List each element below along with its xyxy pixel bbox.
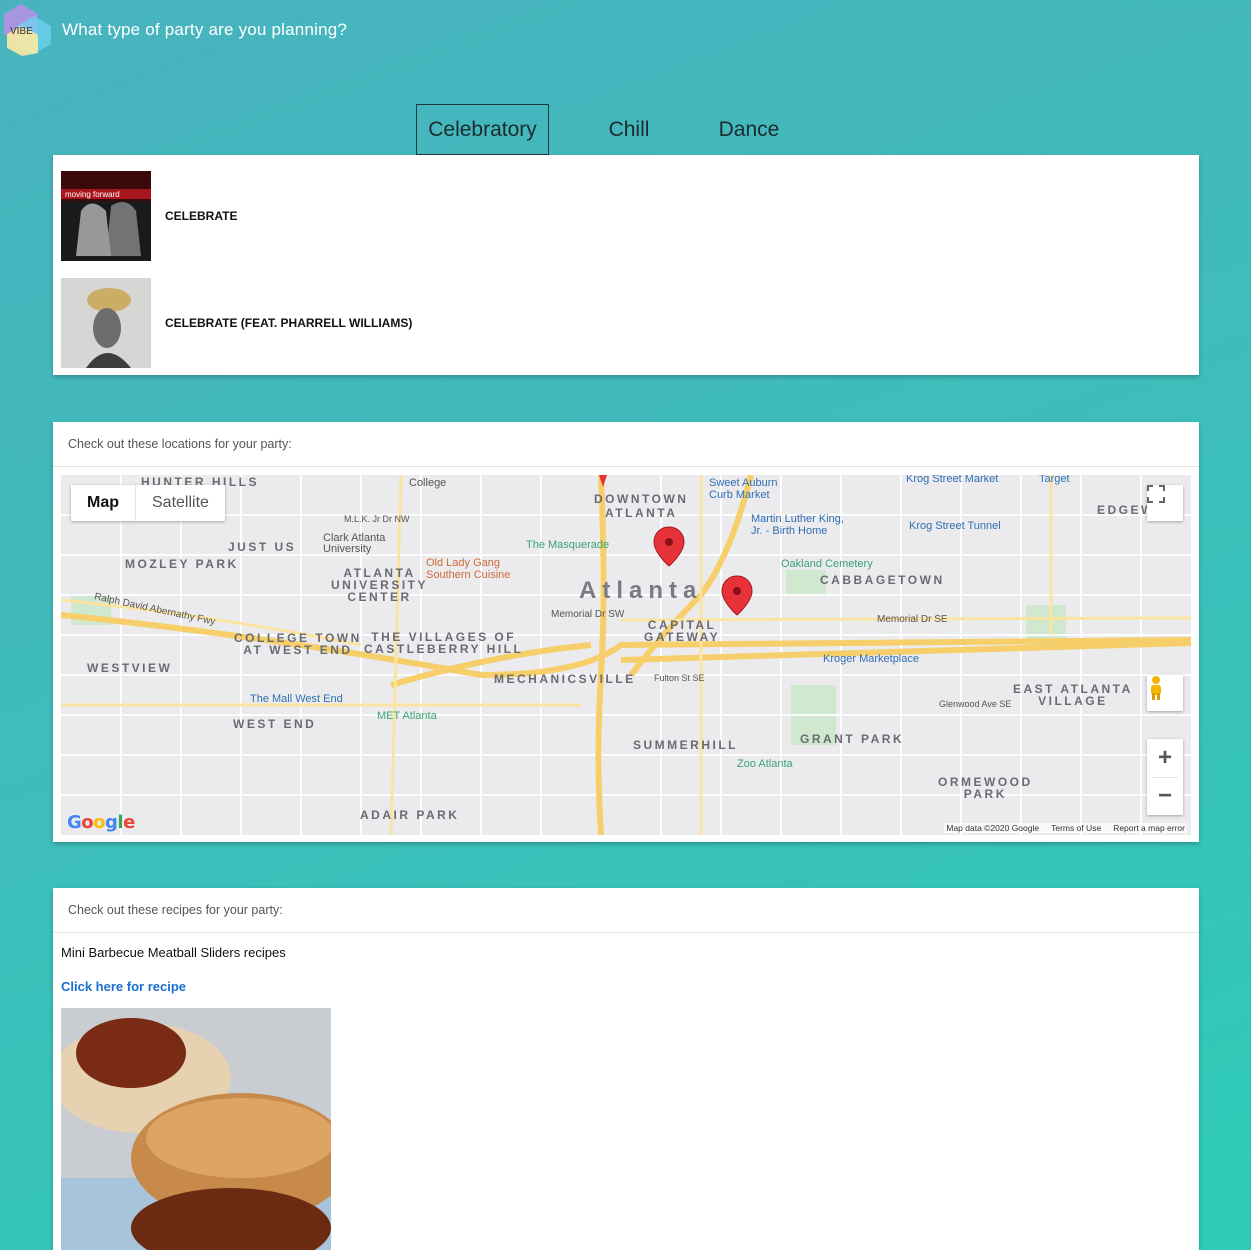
svg-text:moving forward: moving forward <box>65 190 120 199</box>
map-street-label: Fulton St SE <box>654 673 705 683</box>
map-label: CABBAGETOWN <box>820 573 945 587</box>
song-title: CELEBRATE (FEAT. PHARRELL WILLIAMS) <box>165 316 413 330</box>
map-label: DOWNTOWN ATLANTA <box>594 492 689 520</box>
tab-celebratory[interactable]: Celebratory <box>416 104 549 155</box>
map-poi-label: Kroger Marketplace <box>823 653 919 665</box>
map-label: SUMMERHILL <box>633 738 738 752</box>
locations-heading: Check out these locations for your party… <box>53 422 1199 467</box>
google-logo: Google <box>67 812 135 833</box>
zoom-out-button[interactable]: − <box>1147 777 1183 815</box>
map-street-label: Glenwood Ave SE <box>939 699 1012 709</box>
map-poi-label: MET Atlanta <box>377 710 437 722</box>
report-error-link[interactable]: Report a map error <box>1113 823 1185 833</box>
map-label: MOZLEY PARK <box>125 557 239 571</box>
map-label: JUST US <box>228 540 297 554</box>
map-label: ATLANTA UNIVERSITY CENTER <box>331 566 429 604</box>
map-data-credit: Map data ©2020 Google <box>946 823 1040 833</box>
zoom-in-button[interactable]: + <box>1147 739 1183 777</box>
album-art: moving forward <box>61 171 151 261</box>
recipes-heading: Check out these recipes for your party: <box>53 888 1199 933</box>
map-street-label: Memorial Dr SE <box>877 614 948 625</box>
map-poi-label: Target <box>1039 475 1070 485</box>
zoom-control: + − <box>1147 739 1183 815</box>
map-label: ADAIR PARK <box>360 808 460 822</box>
map-label: EAST ATLANTA VILLAGE <box>1013 682 1133 708</box>
map-type-satellite-button[interactable]: Satellite <box>135 485 225 521</box>
page-title: What type of party are you planning? <box>62 20 348 39</box>
map-label: COLLEGE TOWN AT WEST END <box>234 631 362 657</box>
recipe-image[interactable] <box>61 1008 331 1250</box>
fullscreen-button[interactable] <box>1147 485 1183 521</box>
map-poi-label: Krog Street Market <box>906 475 999 485</box>
map-poi-label: Clark Atlanta University <box>323 532 386 555</box>
map-poi-label: Krog Street Tunnel <box>909 520 1001 532</box>
map-poi-label: The Mall West End <box>250 693 343 705</box>
map-type-map-button[interactable]: Map <box>71 485 135 521</box>
recipe-name: Mini Barbecue Meatball Sliders recipes <box>61 945 286 960</box>
map-poi-label: Martin Luther King, Jr. - Birth Home <box>751 513 844 537</box>
recipes-card: Check out these recipes for your party: … <box>53 888 1199 1250</box>
party-type-tabs: Celebratory Chill Dance <box>416 104 789 155</box>
song-item[interactable]: CELEBRATE (FEAT. PHARRELL WILLIAMS) <box>61 278 412 368</box>
street-view-button[interactable] <box>1147 675 1183 711</box>
map-poi-label: Zoo Atlanta <box>737 758 793 770</box>
tab-chill[interactable]: Chill <box>549 104 709 155</box>
map-label: MECHANICSVILLE <box>494 672 636 686</box>
locations-card: Check out these locations for your party… <box>53 422 1199 842</box>
terms-link[interactable]: Terms of Use <box>1051 823 1101 833</box>
map-label: Atlanta <box>579 577 703 604</box>
map-street-label: M.L.K. Jr Dr NW <box>344 514 410 524</box>
recipe-link[interactable]: Click here for recipe <box>61 979 186 994</box>
map-type-control: Map Satellite <box>71 485 225 521</box>
songs-card: moving forward CELEBRATE CELEBRATE (FEAT… <box>53 155 1199 375</box>
map-poi-label: Oakland Cemetery <box>781 558 873 570</box>
song-item[interactable]: moving forward CELEBRATE <box>61 171 237 261</box>
tab-dance[interactable]: Dance <box>709 104 789 155</box>
fullscreen-icon <box>1147 485 1165 503</box>
map-poi-label: Old Lady Gang Southern Cuisine <box>426 557 511 581</box>
album-art <box>61 278 151 368</box>
map-street-label: Memorial Dr SW <box>551 609 625 620</box>
map-poi-label: Sweet Auburn Curb Market <box>709 477 778 501</box>
map-poi-label: The Masquerade <box>526 539 610 551</box>
map-label: THE VILLAGES OF CASTLEBERRY HILL <box>364 630 524 656</box>
map-label: ORMEWOOD PARK <box>938 775 1033 801</box>
logo-text: VIBE <box>10 26 33 37</box>
map-label: WESTVIEW <box>87 661 173 675</box>
map-attribution: Map data ©2020 Google Terms of Use Repor… <box>944 823 1187 833</box>
map-label: CAPITAL GATEWAY <box>644 618 721 644</box>
map-poi-label: College <box>409 477 447 489</box>
google-map[interactable]: DOWNTOWN ATLANTA Atlanta MOZLEY PARK JUS… <box>61 475 1191 835</box>
vibe-logo[interactable]: VIBE <box>4 4 54 56</box>
map-label: GRANT PARK <box>800 732 905 746</box>
app-header: VIBE What type of party are you planning… <box>0 0 1251 60</box>
map-label: WEST END <box>233 717 317 731</box>
pegman-icon <box>1151 676 1161 700</box>
song-title: CELEBRATE <box>165 209 238 223</box>
